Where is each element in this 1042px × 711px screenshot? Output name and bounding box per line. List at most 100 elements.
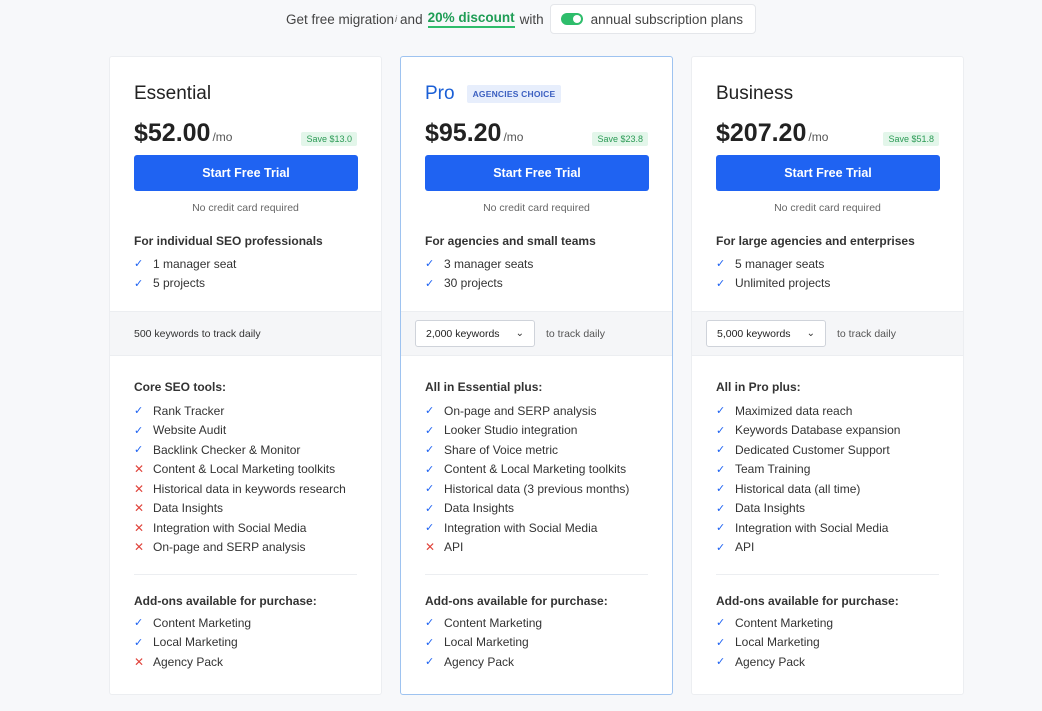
addons-title: Add-ons available for purchase: (134, 594, 317, 608)
addons-list: ✓ Content Marketing ✓ Local Marketing ✕ Agenc… (134, 613, 361, 672)
list-item-label: Content Marketing (444, 615, 543, 630)
keywords-select[interactable]: 2,000 keywords ⌄ (415, 320, 535, 347)
keywords-select-value: 5,000 keywords (717, 327, 791, 340)
check-icon: ✓ (716, 502, 726, 515)
list-item: ✓ Dedicated Customer Support (716, 440, 943, 460)
start-free-trial-button[interactable]: Start Free Trial (716, 155, 940, 191)
list-item: ✓ Maximized data reach (716, 401, 943, 421)
check-icon: ✓ (716, 636, 726, 649)
list-item: ✓ On-page and SERP analysis (425, 401, 652, 421)
list-item-label: 30 projects (444, 276, 503, 291)
check-icon: ✓ (716, 483, 726, 496)
plan-name: Pro (425, 83, 455, 104)
list-item: ✓ API (716, 538, 943, 558)
check-icon: ✓ (716, 444, 726, 457)
check-icon: ✓ (716, 656, 726, 669)
plan-card-business: Business $207.20/mo Save $51.8 Start Fre… (691, 56, 964, 695)
no-credit-card-note: No credit card required (483, 202, 590, 214)
list-item-label: Data Insights (735, 501, 806, 516)
list-item: ✓ Agency Pack (425, 652, 652, 672)
keywords-suffix: to track daily (837, 327, 896, 340)
keywords-static: 500 keywords to track daily (134, 327, 261, 340)
promo-with: with (519, 11, 544, 27)
check-icon: ✓ (716, 463, 726, 476)
list-item-label: Looker Studio integration (444, 423, 578, 438)
save-badge: Save $51.8 (883, 132, 939, 146)
check-icon: ✓ (425, 463, 435, 476)
check-icon: ✓ (134, 617, 144, 630)
list-item: ✓ Integration with Social Media (716, 518, 943, 538)
keywords-suffix: to track daily (546, 327, 605, 340)
plan-price: $207.20 (716, 119, 807, 147)
addons-title: Add-ons available for purchase: (425, 594, 608, 608)
list-item: ✓ Data Insights (716, 499, 943, 519)
promo-text: Get free migration (286, 11, 395, 27)
keywords-band: 2,000 keywords ⌄ to track daily (401, 311, 672, 356)
list-item: ✕ Data Insights (134, 499, 361, 519)
plan-price: $95.20 (425, 119, 502, 147)
check-icon: ✓ (134, 405, 144, 418)
cross-icon: ✕ (134, 540, 145, 555)
divider (716, 574, 939, 575)
plan-name: Essential (134, 83, 212, 104)
toggle-switch-icon[interactable] (560, 13, 583, 25)
check-icon: ✓ (716, 541, 726, 554)
list-item: ✓ Local Marketing (134, 633, 361, 653)
plan-audience: For individual SEO professionals (134, 234, 323, 248)
info-icon[interactable]: i (395, 14, 397, 24)
no-credit-card-note: No credit card required (192, 202, 299, 214)
list-item: ✓ Local Marketing (716, 633, 943, 653)
annual-toggle-pill[interactable]: annual subscription plans (549, 4, 756, 34)
list-item: ✓ Content Marketing (716, 613, 943, 633)
divider (425, 574, 648, 575)
start-free-trial-button[interactable]: Start Free Trial (425, 155, 649, 191)
promo-and: and (400, 11, 423, 27)
no-credit-card-note: No credit card required (774, 202, 881, 214)
list-item: ✓ Looker Studio integration (425, 421, 652, 441)
start-free-trial-button[interactable]: Start Free Trial (134, 155, 358, 191)
save-badge: Save $23.8 (592, 132, 648, 146)
list-item-label: Historical data in keywords research (153, 481, 346, 496)
list-item: ✓ 5 projects (134, 274, 361, 294)
list-item-label: Team Training (735, 462, 811, 477)
features-list: ✓ Rank Tracker ✓ Website Audit ✓ Backlink Che… (134, 401, 361, 557)
list-item: ✓ Historical data (all time) (716, 479, 943, 499)
check-icon: ✓ (425, 636, 435, 649)
list-item: ✓ 30 projects (425, 274, 652, 294)
list-item-label: Integration with Social Media (735, 520, 889, 535)
list-item: ✓ Team Training (716, 460, 943, 480)
cross-icon: ✕ (134, 481, 145, 496)
list-item-label: Backlink Checker & Monitor (153, 442, 301, 457)
basics-list: ✓ 3 manager seats ✓ 30 projects (425, 254, 652, 293)
list-item-label: Content & Local Marketing toolkits (153, 462, 336, 477)
check-icon: ✓ (134, 636, 144, 649)
plan-card-essential: Essential $52.00/mo Save $13.0 Start Fre… (109, 56, 382, 695)
addons-title: Add-ons available for purchase: (716, 594, 899, 608)
cross-icon: ✕ (134, 501, 145, 516)
list-item: ✕ On-page and SERP analysis (134, 538, 361, 558)
list-item-label: Integration with Social Media (153, 520, 307, 535)
chevron-down-icon: ⌄ (515, 328, 524, 339)
list-item: ✓ Keywords Database expansion (716, 421, 943, 441)
check-icon: ✓ (425, 617, 435, 630)
list-item-label: Historical data (3 previous months) (444, 481, 630, 496)
list-item-label: Local Marketing (444, 635, 529, 650)
list-item: ✓ Content Marketing (425, 613, 652, 633)
plan-period: /mo (503, 130, 524, 144)
list-item: ✕ Content & Local Marketing toolkits (134, 460, 361, 480)
check-icon: ✓ (425, 502, 435, 515)
chevron-down-icon: ⌄ (806, 328, 815, 339)
list-item-label: Maximized data reach (735, 403, 853, 418)
list-item: ✓ Data Insights (425, 499, 652, 519)
cross-icon: ✕ (425, 540, 436, 555)
check-icon: ✓ (425, 405, 435, 418)
discount-highlight: 20% discount (427, 10, 515, 28)
check-icon: ✓ (716, 258, 726, 271)
list-item-label: Website Audit (153, 423, 227, 438)
plan-period: /mo (212, 130, 233, 144)
list-item: ✓ 3 manager seats (425, 254, 652, 274)
list-item-label: Share of Voice metric (444, 442, 559, 457)
plan-card-pro: Pro AGENCIES CHOICE $95.20/mo Save $23.8… (400, 56, 673, 695)
keywords-select[interactable]: 5,000 keywords ⌄ (706, 320, 826, 347)
addons-list: ✓ Content Marketing ✓ Local Marketing ✓ Agenc… (716, 613, 943, 672)
